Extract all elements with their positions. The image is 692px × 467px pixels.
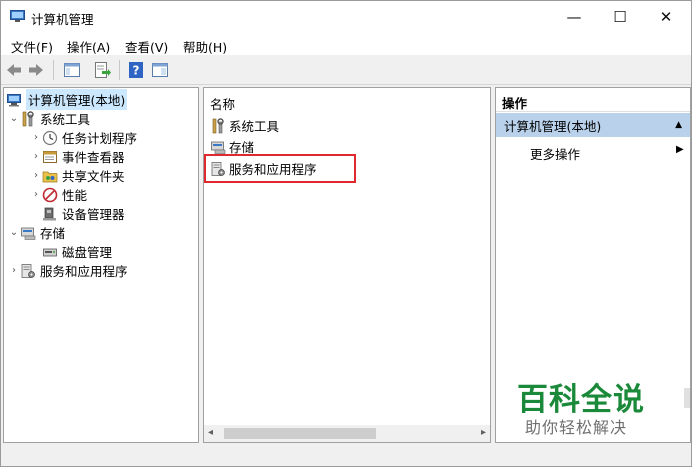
window-title: 计算机管理 [31,12,94,27]
column-header-name[interactable]: 名称 [210,94,235,113]
storage-icon [21,227,36,240]
watermark-subtitle: 助你轻松解决 [525,418,628,437]
tree-item-event-viewer[interactable]: › 事件查看器 [30,147,125,166]
scroll-left-icon[interactable]: ◂ [208,427,213,438]
list-item-system-tools[interactable]: 系统工具 [210,116,279,135]
disk-management-icon [43,248,57,256]
tree-item-label: 存储 [40,226,66,241]
watermark-title: 百科全说 [517,382,645,418]
tree-item-computer-management-root[interactable]: 计算机管理(本地) [6,89,128,110]
collapse-chevron-icon[interactable]: › [30,151,42,162]
device-manager-icon [43,207,56,220]
maximize-icon: ☐ [613,8,627,26]
console-tree-pane[interactable]: 计算机管理(本地) ⌄ 系统工具 › 任务计划程序 › 事件查看器 › 共享文件… [3,87,199,443]
actions-header: 操作 [496,88,690,112]
tree-item-label: 计算机管理(本地) [26,89,128,110]
tools-icon [22,110,34,126]
details-list-pane[interactable]: 名称 系统工具 存储 服务和应用程序 ◂ ▸ [203,87,491,443]
services-icon [21,263,35,278]
back-arrow-icon[interactable] [5,61,23,79]
tree-item-label: 设备管理器 [62,207,125,222]
scrollbar-thumb[interactable] [224,428,376,439]
collapse-chevron-icon[interactable]: › [8,265,20,276]
tree-item-label: 共享文件夹 [62,169,125,184]
tree-item-system-tools[interactable]: ⌄ 系统工具 [8,109,90,128]
help-icon[interactable]: ? [127,61,145,79]
toolbar-separator [119,60,120,80]
menu-help[interactable]: 帮助(H) [183,37,227,56]
expand-chevron-icon[interactable]: ⌄ [8,227,20,238]
toolbar-separator [53,60,54,80]
action-group-label: 计算机管理(本地) [504,118,602,134]
console-tree-icon[interactable] [63,61,81,79]
tree-item-label: 性能 [62,188,88,203]
list-item-label: 系统工具 [229,119,280,134]
tree-item-label: 服务和应用程序 [40,264,128,279]
computer-management-icon [7,93,21,106]
tree-item-services-and-applications[interactable]: › 服务和应用程序 [8,261,128,280]
submenu-arrow-icon[interactable]: ▶ [676,144,684,155]
minimize-icon: — [566,8,582,26]
action-pane-icon[interactable] [151,61,169,79]
computer-management-window: 计算机管理 — ☐ ✕ 文件(F) 操作(A) 查看(V) 帮助(H) ? 计算… [0,0,692,467]
toolbar: ? [1,55,691,85]
red-highlight-annotation [204,154,356,183]
tree-item-task-scheduler[interactable]: › 任务计划程序 [30,128,137,147]
action-group-computer-management[interactable]: 计算机管理(本地) ▲ [496,113,690,137]
event-viewer-icon [43,150,57,163]
tools-icon [212,117,224,133]
shared-folder-icon [42,171,58,182]
menu-file[interactable]: 文件(F) [11,37,53,56]
vertical-scrollbar[interactable] [684,388,690,408]
menu-action[interactable]: 操作(A) [67,37,110,56]
title-bar[interactable]: 计算机管理 — ☐ ✕ [1,1,691,33]
minimize-button[interactable]: — [551,1,597,33]
menu-bar: 文件(F) 操作(A) 查看(V) 帮助(H) [1,33,691,55]
tree-item-shared-folders[interactable]: › 共享文件夹 [30,166,125,185]
collapse-up-icon[interactable]: ▲ [675,120,682,130]
status-bar [1,445,691,466]
close-button[interactable]: ✕ [643,1,689,33]
collapse-chevron-icon[interactable]: › [30,170,42,181]
performance-icon [42,187,58,202]
maximize-button[interactable]: ☐ [597,1,643,33]
computer-management-icon [10,10,25,22]
tree-item-device-manager[interactable]: 设备管理器 [42,204,125,223]
tree-item-label: 磁盘管理 [62,245,113,260]
collapse-chevron-icon[interactable]: › [30,189,42,200]
export-list-icon[interactable] [93,61,111,79]
tree-item-disk-management[interactable]: 磁盘管理 [42,242,112,261]
clock-icon [42,130,58,145]
collapse-chevron-icon[interactable]: › [30,132,42,143]
tree-item-performance[interactable]: › 性能 [30,185,87,204]
tree-item-label: 事件查看器 [62,150,125,165]
tree-item-storage[interactable]: ⌄ 存储 [8,223,65,242]
tree-item-label: 系统工具 [40,112,91,127]
tree-item-label: 任务计划程序 [62,131,138,146]
storage-icon [211,141,226,154]
scroll-right-icon[interactable]: ▸ [481,427,486,438]
more-actions-link[interactable]: 更多操作 [530,144,580,163]
svg-text:?: ? [133,64,140,78]
menu-view[interactable]: 查看(V) [125,37,168,56]
horizontal-scrollbar[interactable]: ◂ ▸ [204,425,490,442]
forward-arrow-icon[interactable] [27,61,45,79]
expand-chevron-icon[interactable]: ⌄ [8,113,20,124]
close-icon: ✕ [659,8,673,26]
